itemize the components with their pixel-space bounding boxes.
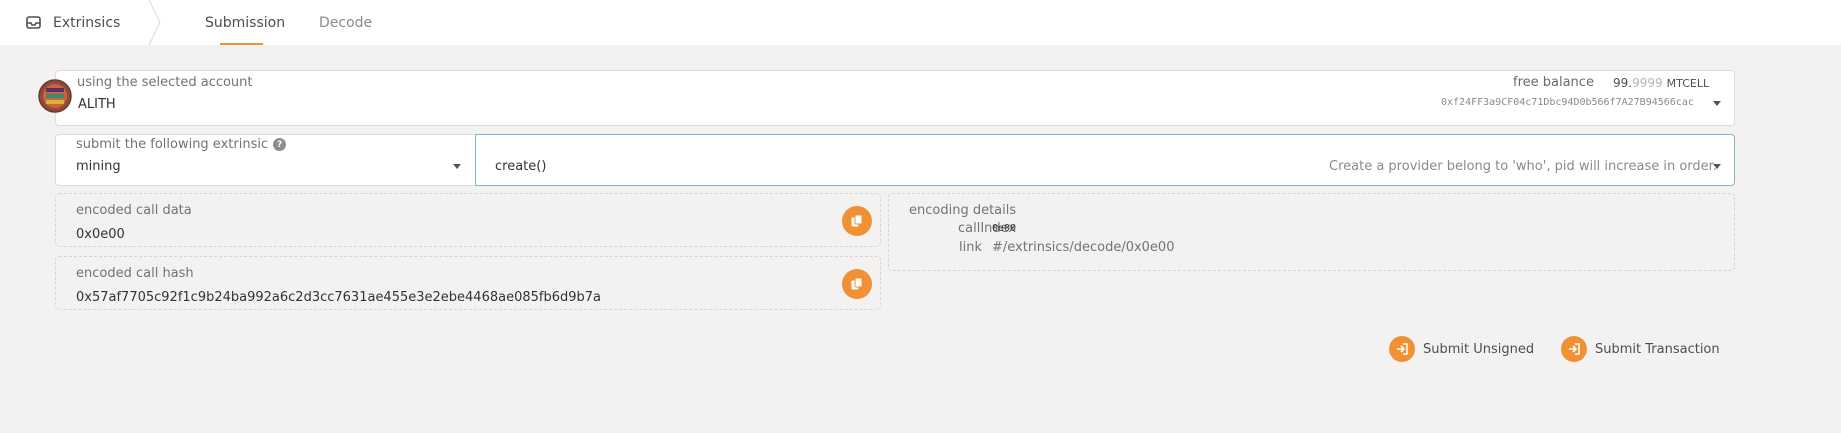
sign-in-icon	[1389, 336, 1415, 362]
balance-unit: MTCELL	[1666, 77, 1710, 90]
decode-link[interactable]: #/extrinsics/decode/0x0e00	[992, 240, 1174, 255]
section-dropdown-chevron-icon[interactable]	[453, 164, 461, 169]
sign-in-icon	[1561, 336, 1587, 362]
extrinsic-label-text: submit the following extrinsic	[76, 137, 269, 152]
balance-decimals: 9999	[1632, 76, 1663, 90]
extrinsic-label: submit the following extrinsic ?	[76, 137, 287, 152]
tab-decode-label: Decode	[319, 14, 373, 31]
section-value: mining	[76, 159, 121, 174]
submit-unsigned-button[interactable]: Submit Unsigned	[1389, 336, 1534, 362]
encoding-details-label: encoding details	[909, 203, 1017, 218]
account-address: 0xf24FF3a9CF04c71Dbc94D0b566f7A27B94566c…	[1441, 97, 1694, 108]
copy-icon	[851, 214, 863, 227]
encoded-call-data-value[interactable]: 0x0e00	[76, 227, 125, 242]
active-tab-indicator	[220, 43, 263, 45]
help-icon[interactable]: ?	[273, 138, 287, 151]
copy-icon	[851, 277, 863, 290]
account-dropdown-chevron-icon[interactable]	[1713, 101, 1721, 106]
app-title-label: Extrinsics	[53, 14, 121, 31]
call-index-value: 0e00	[992, 223, 1017, 234]
breadcrumb-divider	[148, 0, 161, 45]
submit-unsigned-label: Submit Unsigned	[1423, 341, 1535, 357]
submit-transaction-button[interactable]: Submit Transaction	[1561, 336, 1720, 362]
account-label: using the selected account	[77, 75, 253, 90]
method-dropdown-chevron-icon[interactable]	[1713, 164, 1721, 169]
method-description: Create a provider belong to 'who', pid w…	[1329, 159, 1717, 174]
encoded-call-hash-label: encoded call hash	[76, 266, 194, 281]
encoded-call-hash-value[interactable]: 0x57af7705c92f1c9b24ba992a6c2d3cc7631ae4…	[76, 290, 601, 305]
tab-submission[interactable]: Submission	[205, 0, 285, 45]
account-avatar-icon	[38, 79, 72, 113]
encoded-call-data-field: encoded call data 0x0e00	[55, 193, 881, 247]
free-balance-value: 99.9999 MTCELL	[1613, 76, 1709, 90]
app-title[interactable]: Extrinsics	[26, 0, 120, 45]
submit-transaction-label: Submit Transaction	[1595, 341, 1720, 357]
link-key: link	[959, 240, 982, 255]
balance-integer: 99.	[1613, 76, 1633, 90]
tab-decode[interactable]: Decode	[319, 0, 372, 45]
method-value: create()	[495, 159, 547, 174]
copy-call-hash-button[interactable]	[842, 269, 872, 299]
top-bar: Extrinsics Submission Decode	[0, 0, 1841, 45]
copy-call-data-button[interactable]	[842, 206, 872, 236]
tab-submission-label: Submission	[205, 14, 286, 31]
encoded-call-hash-field: encoded call hash 0x57af7705c92f1c9b24ba…	[55, 256, 881, 310]
account-name: ALITH	[78, 97, 116, 112]
extrinsics-icon	[26, 16, 41, 29]
encoded-call-data-label: encoded call data	[76, 203, 192, 218]
free-balance-label: free balance	[1513, 75, 1594, 90]
